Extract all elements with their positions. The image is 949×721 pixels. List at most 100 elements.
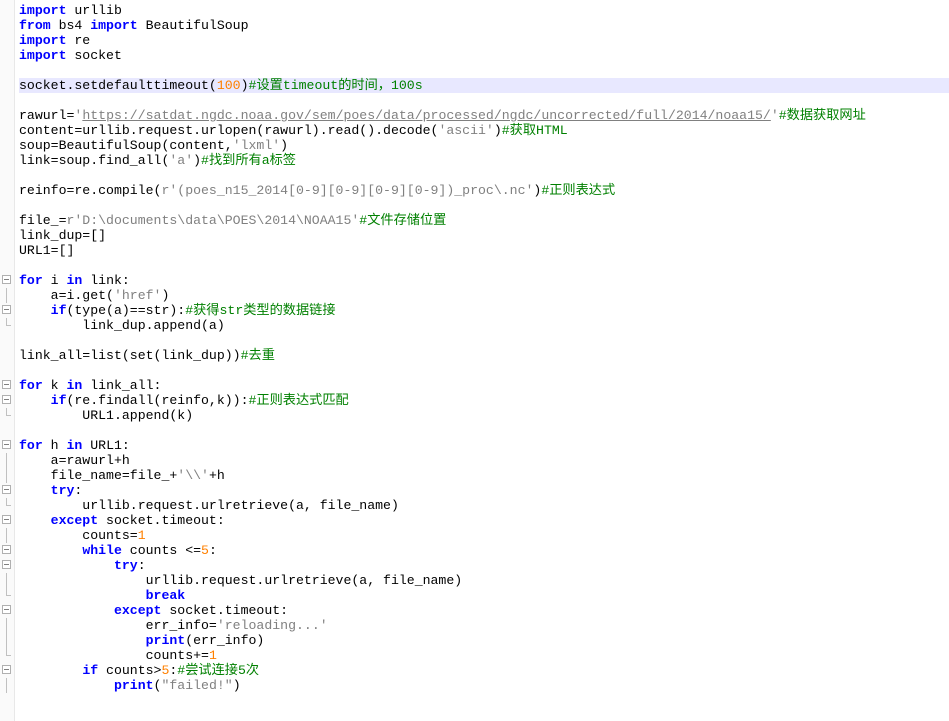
code-line[interactable]: break — [19, 588, 949, 603]
code-line[interactable]: print(err_info) — [19, 633, 949, 648]
code-line[interactable] — [19, 63, 949, 78]
token-str: 'reloading...' — [217, 618, 328, 633]
token-kw: try — [51, 483, 75, 498]
token-id — [19, 483, 51, 498]
gutter-fold[interactable] — [1, 273, 13, 288]
code-line[interactable]: reinfo=re.compile(r'(poes_n15_2014[0-9][… — [19, 183, 949, 198]
token-id — [19, 393, 51, 408]
code-line[interactable] — [19, 258, 949, 273]
gutter-fold[interactable] — [1, 303, 13, 318]
token-id: ) — [494, 123, 502, 138]
token-id: rawurl= — [19, 108, 74, 123]
gutter-fold[interactable] — [1, 438, 13, 453]
code-line[interactable]: link_all=list(set(link_dup))#去重 — [19, 348, 949, 363]
code-line[interactable]: print("failed!") — [19, 678, 949, 693]
code-line[interactable]: if(re.findall(reinfo,k)):#正则表达式匹配 — [19, 393, 949, 408]
code-line[interactable] — [19, 93, 949, 108]
token-id: ) — [233, 678, 241, 693]
code-line[interactable]: link=soup.find_all('a')#找到所有a标签 — [19, 153, 949, 168]
gutter-blank — [0, 363, 12, 378]
token-cmt: #去重 — [241, 348, 275, 363]
gutter-blank — [0, 78, 12, 93]
token-id: (re.findall(reinfo,k)): — [66, 393, 248, 408]
code-line[interactable]: import re — [19, 33, 949, 48]
gutter-bar — [1, 573, 13, 588]
code-line[interactable] — [19, 333, 949, 348]
gutter-blank — [0, 183, 12, 198]
token-id — [19, 678, 114, 693]
code-line[interactable] — [19, 423, 949, 438]
code-line[interactable]: URL1=[] — [19, 243, 949, 258]
code-line[interactable]: try: — [19, 483, 949, 498]
token-id: counts> — [98, 663, 161, 678]
code-line[interactable]: counts=1 — [19, 528, 949, 543]
token-str: r'D:\documents\data\POES\2014\NOAA15' — [66, 213, 359, 228]
code-line[interactable] — [19, 198, 949, 213]
code-line[interactable]: link_dup=[] — [19, 228, 949, 243]
code-line[interactable]: while counts <=5: — [19, 543, 949, 558]
token-id: a=i.get( — [19, 288, 114, 303]
token-cmt: #文件存储位置 — [359, 213, 446, 228]
token-kw: for — [19, 438, 43, 453]
code-line[interactable] — [19, 363, 949, 378]
gutter-fold[interactable] — [1, 483, 13, 498]
code-line[interactable]: content=urllib.request.urlopen(rawurl).r… — [19, 123, 949, 138]
code-line[interactable]: urllib.request.urlretrieve(a, file_name) — [19, 498, 949, 513]
code-line[interactable]: rawurl='https://satdat.ngdc.noaa.gov/sem… — [19, 108, 949, 123]
code-line[interactable]: if(type(a)==str):#获得str类型的数据链接 — [19, 303, 949, 318]
gutter-fold[interactable] — [1, 393, 13, 408]
token-id: link_all: — [82, 378, 161, 393]
code-line[interactable]: except socket.timeout: — [19, 603, 949, 618]
gutter-end — [1, 408, 13, 423]
gutter-fold[interactable] — [1, 558, 13, 573]
gutter-fold[interactable] — [1, 663, 13, 678]
token-kw: import — [19, 33, 66, 48]
code-line[interactable]: err_info='reloading...' — [19, 618, 949, 633]
code-line[interactable]: for h in URL1: — [19, 438, 949, 453]
code-line[interactable]: socket.setdefaulttimeout(100)#设置timeout的… — [19, 78, 949, 93]
gutter-fold[interactable] — [1, 513, 13, 528]
token-id: socket.setdefaulttimeout( — [19, 78, 217, 93]
code-line[interactable]: a=rawurl+h — [19, 453, 949, 468]
gutter-fold[interactable] — [1, 543, 13, 558]
code-line[interactable]: link_dup.append(a) — [19, 318, 949, 333]
gutter-fold[interactable] — [1, 603, 13, 618]
gutter-fold[interactable] — [1, 378, 13, 393]
token-num: 100 — [217, 78, 241, 93]
code-line[interactable]: for k in link_all: — [19, 378, 949, 393]
code-line[interactable]: a=i.get('href') — [19, 288, 949, 303]
code-line[interactable]: URL1.append(k) — [19, 408, 949, 423]
code-line[interactable]: file_=r'D:\documents\data\POES\2014\NOAA… — [19, 213, 949, 228]
code-line[interactable]: try: — [19, 558, 949, 573]
token-kw: for — [19, 273, 43, 288]
token-cmt: #正则表达式匹配 — [249, 393, 349, 408]
token-kw: while — [82, 543, 122, 558]
token-id: h — [43, 438, 67, 453]
token-kw: except — [51, 513, 98, 528]
code-line[interactable]: import urllib — [19, 3, 949, 18]
code-line[interactable]: except socket.timeout: — [19, 513, 949, 528]
code-line[interactable]: if counts>5:#尝试连接5次 — [19, 663, 949, 678]
code-line[interactable]: from bs4 import BeautifulSoup — [19, 18, 949, 33]
token-str: 'ascii' — [438, 123, 493, 138]
gutter-blank — [0, 153, 12, 168]
token-kw: import — [19, 48, 66, 63]
code-line[interactable]: file_name=file_+'\\'+h — [19, 468, 949, 483]
code-line[interactable]: for i in link: — [19, 273, 949, 288]
token-id: content=urllib.request.urlopen(rawurl).r… — [19, 123, 438, 138]
code-line[interactable]: soup=BeautifulSoup(content,'lxml') — [19, 138, 949, 153]
token-id: socket.timeout: — [98, 513, 225, 528]
code-line[interactable]: urllib.request.urlretrieve(a, file_name) — [19, 573, 949, 588]
token-id: link_dup.append(a) — [19, 318, 225, 333]
token-id: +h — [209, 468, 225, 483]
gutter-blank — [0, 93, 12, 108]
token-id — [19, 513, 51, 528]
gutter-blank — [0, 3, 12, 18]
code-line[interactable]: import socket — [19, 48, 949, 63]
token-cmt: #设置timeout的时间，100s — [249, 78, 423, 93]
token-id — [19, 303, 51, 318]
code-line[interactable] — [19, 168, 949, 183]
token-kw: import — [90, 18, 137, 33]
code-line[interactable]: counts+=1 — [19, 648, 949, 663]
code-area[interactable]: import urllibfrom bs4 import BeautifulSo… — [15, 0, 949, 721]
